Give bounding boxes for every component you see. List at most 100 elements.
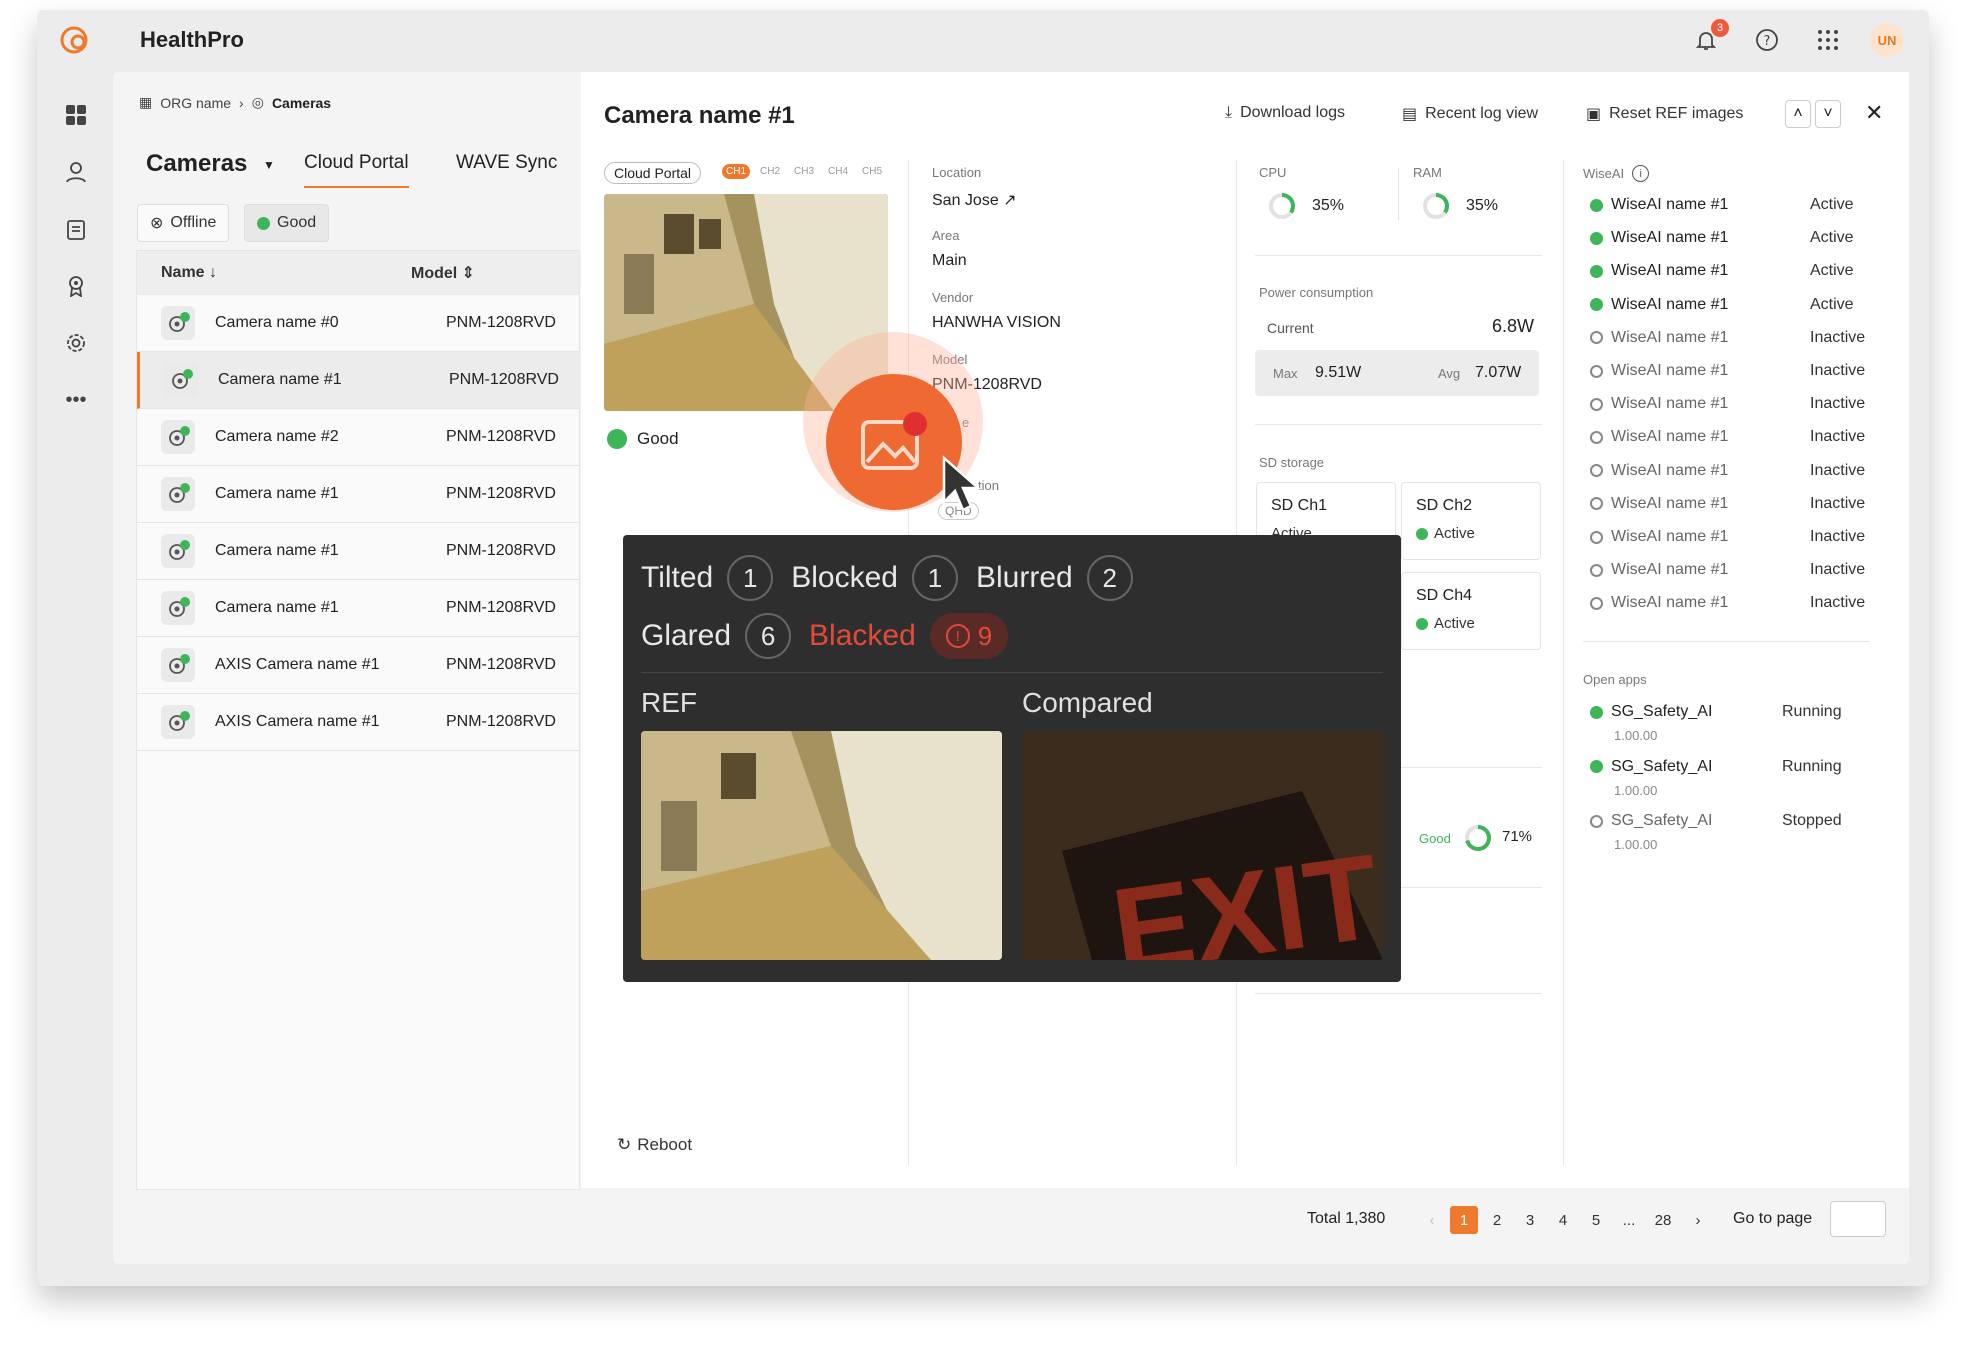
- table-row[interactable]: Camera name #1 PNM-1208RVD: [137, 580, 579, 637]
- dropdown-caret-icon[interactable]: ▼: [263, 158, 275, 172]
- table-row[interactable]: Camera name #2 PNM-1208RVD: [137, 409, 579, 466]
- download-logs-button[interactable]: ⤓ Download logs: [1225, 104, 1345, 122]
- channel-chip-2[interactable]: CH2: [756, 164, 784, 179]
- column-model[interactable]: Model ⇕: [411, 263, 475, 283]
- wiseai-item[interactable]: WiseAI name #1: [1590, 528, 1728, 546]
- goto-page-input[interactable]: [1830, 1201, 1886, 1237]
- next-camera-button[interactable]: ˅: [1815, 100, 1841, 128]
- tilted-count: 1: [727, 555, 774, 601]
- wiseai-item[interactable]: WiseAI name #1: [1590, 262, 1728, 280]
- camera-detail-title: Camera name #1: [604, 102, 795, 129]
- pagination-prev[interactable]: ‹: [1418, 1206, 1446, 1234]
- channel-chip-1[interactable]: CH1: [722, 164, 751, 179]
- help-icon[interactable]: ?: [1751, 24, 1783, 56]
- camera-name: Camera name #2: [215, 428, 339, 445]
- wiseai-status: Inactive: [1810, 461, 1866, 479]
- compared-label: Compared: [1022, 687, 1153, 718]
- blurred-label: Blurred: [975, 561, 1073, 594]
- location-value[interactable]: San Jose ↗: [932, 190, 1017, 210]
- reboot-button[interactable]: ↻ Reboot: [617, 1135, 692, 1155]
- column-name[interactable]: Name ↓: [161, 264, 411, 282]
- cameras-title[interactable]: Cameras: [146, 150, 247, 178]
- channel-chip-3[interactable]: CH3: [790, 164, 818, 179]
- open-app-item[interactable]: SG_Safety_AI: [1590, 812, 1712, 830]
- table-row[interactable]: AXIS Camera name #1 PNM-1208RVD: [137, 694, 579, 751]
- wiseai-item[interactable]: WiseAI name #1: [1590, 594, 1728, 612]
- wiseai-item[interactable]: WiseAI name #1: [1590, 395, 1728, 413]
- pagination-page[interactable]: ...: [1615, 1206, 1643, 1234]
- channel-chip-4[interactable]: CH4: [824, 164, 852, 179]
- dashboard-icon[interactable]: [60, 99, 92, 131]
- pagination-page[interactable]: 4: [1549, 1206, 1577, 1234]
- wiseai-item[interactable]: WiseAI name #1: [1590, 229, 1728, 247]
- camera-status-label: Good: [637, 429, 679, 448]
- pagination-page[interactable]: 28: [1649, 1206, 1677, 1234]
- wiseai-item[interactable]: WiseAI name #1: [1590, 561, 1728, 579]
- prev-camera-button[interactable]: ˄: [1785, 100, 1811, 128]
- pagination-page[interactable]: 2: [1483, 1206, 1511, 1234]
- pagination-page[interactable]: 1: [1450, 1206, 1478, 1234]
- wiseai-status: Inactive: [1810, 362, 1866, 379]
- app-status: Stopped: [1782, 812, 1842, 829]
- tilted-label: Tilted: [641, 561, 714, 594]
- status-dot-icon: [1590, 397, 1603, 411]
- camera-status-icon: [161, 534, 195, 568]
- wiseai-name: WiseAI name #1: [1611, 395, 1729, 413]
- tab-wave-sync[interactable]: WAVE Sync: [456, 152, 557, 174]
- camera-name: Camera name #0: [215, 314, 339, 331]
- power-max-value: 9.51W: [1315, 364, 1362, 381]
- table-row[interactable]: AXIS Camera name #1 PNM-1208RVD: [137, 637, 579, 694]
- tab-cloud-portal[interactable]: Cloud Portal: [304, 152, 409, 188]
- app-status: Running: [1782, 757, 1842, 775]
- info-icon[interactable]: i: [1632, 165, 1650, 182]
- blocked-label: Blocked: [791, 561, 898, 594]
- open-app-item[interactable]: SG_Safety_AI: [1590, 758, 1712, 776]
- table-row[interactable]: Camera name #1 PNM-1208RVD: [137, 523, 579, 580]
- table-row[interactable]: Camera name #0 PNM-1208RVD: [137, 295, 579, 352]
- glared-label: Glared: [641, 619, 732, 652]
- wiseai-status: Inactive: [1810, 594, 1866, 612]
- table-row[interactable]: Camera name #1 PNM-1208RVD: [137, 466, 579, 523]
- channel-chip-5[interactable]: CH5: [858, 164, 886, 179]
- reset-ref-images-button[interactable]: ▣ Reset REF images: [1586, 104, 1743, 124]
- status-dot-icon: [1590, 596, 1603, 610]
- svg-text:?: ?: [1764, 34, 1771, 49]
- filter-offline[interactable]: ⊗ Offline: [137, 204, 230, 242]
- wiseai-name: WiseAI name #1: [1611, 295, 1729, 313]
- filter-good[interactable]: Good: [244, 204, 330, 242]
- source-chip: Cloud Portal: [604, 162, 702, 184]
- recent-log-view-button[interactable]: ▤ Recent log view: [1402, 104, 1538, 124]
- vendor-value: HANWHA VISION: [932, 314, 1061, 331]
- award-icon[interactable]: [60, 270, 92, 302]
- wiseai-item[interactable]: WiseAI name #1: [1590, 329, 1728, 347]
- user-icon[interactable]: [60, 156, 92, 188]
- healthpro-logo-icon[interactable]: [56, 22, 92, 58]
- reboot-icon: ↻: [617, 1135, 632, 1154]
- blacked-label: Blacked: [809, 619, 916, 652]
- more-icon[interactable]: •••: [60, 384, 92, 416]
- app-name: SG_Safety_AI: [1611, 703, 1713, 720]
- area-value: Main: [932, 252, 967, 269]
- wiseai-item[interactable]: WiseAI name #1: [1590, 296, 1728, 314]
- wiseai-item[interactable]: WiseAI name #1: [1590, 428, 1728, 446]
- pagination-page[interactable]: 5: [1582, 1206, 1610, 1234]
- wiseai-item[interactable]: WiseAI name #1: [1590, 462, 1728, 480]
- app-version: 1.00.00: [1614, 728, 1658, 743]
- app-name: SG_Safety_AI: [1611, 757, 1713, 775]
- camera-status-icon: [161, 477, 195, 511]
- breadcrumb-org[interactable]: ORG name: [160, 95, 231, 111]
- clipboard-icon[interactable]: [60, 213, 92, 245]
- open-app-item[interactable]: SG_Safety_AI: [1590, 703, 1712, 721]
- pagination-next[interactable]: ›: [1684, 1206, 1712, 1234]
- wiseai-item[interactable]: WiseAI name #1: [1590, 362, 1728, 380]
- user-avatar[interactable]: UN: [1870, 23, 1904, 57]
- settings-gear-icon[interactable]: [60, 327, 92, 359]
- wiseai-item[interactable]: WiseAI name #1: [1590, 495, 1728, 513]
- open-apps-label: Open apps: [1583, 672, 1647, 687]
- wiseai-item[interactable]: WiseAI name #1: [1590, 196, 1728, 214]
- chevron-right-icon: ›: [239, 94, 244, 111]
- apps-grid-icon[interactable]: [1812, 24, 1844, 56]
- table-row[interactable]: Camera name #1 PNM-1208RVD: [137, 352, 579, 409]
- close-icon[interactable]: ✕: [1865, 100, 1883, 126]
- pagination-page[interactable]: 3: [1516, 1206, 1544, 1234]
